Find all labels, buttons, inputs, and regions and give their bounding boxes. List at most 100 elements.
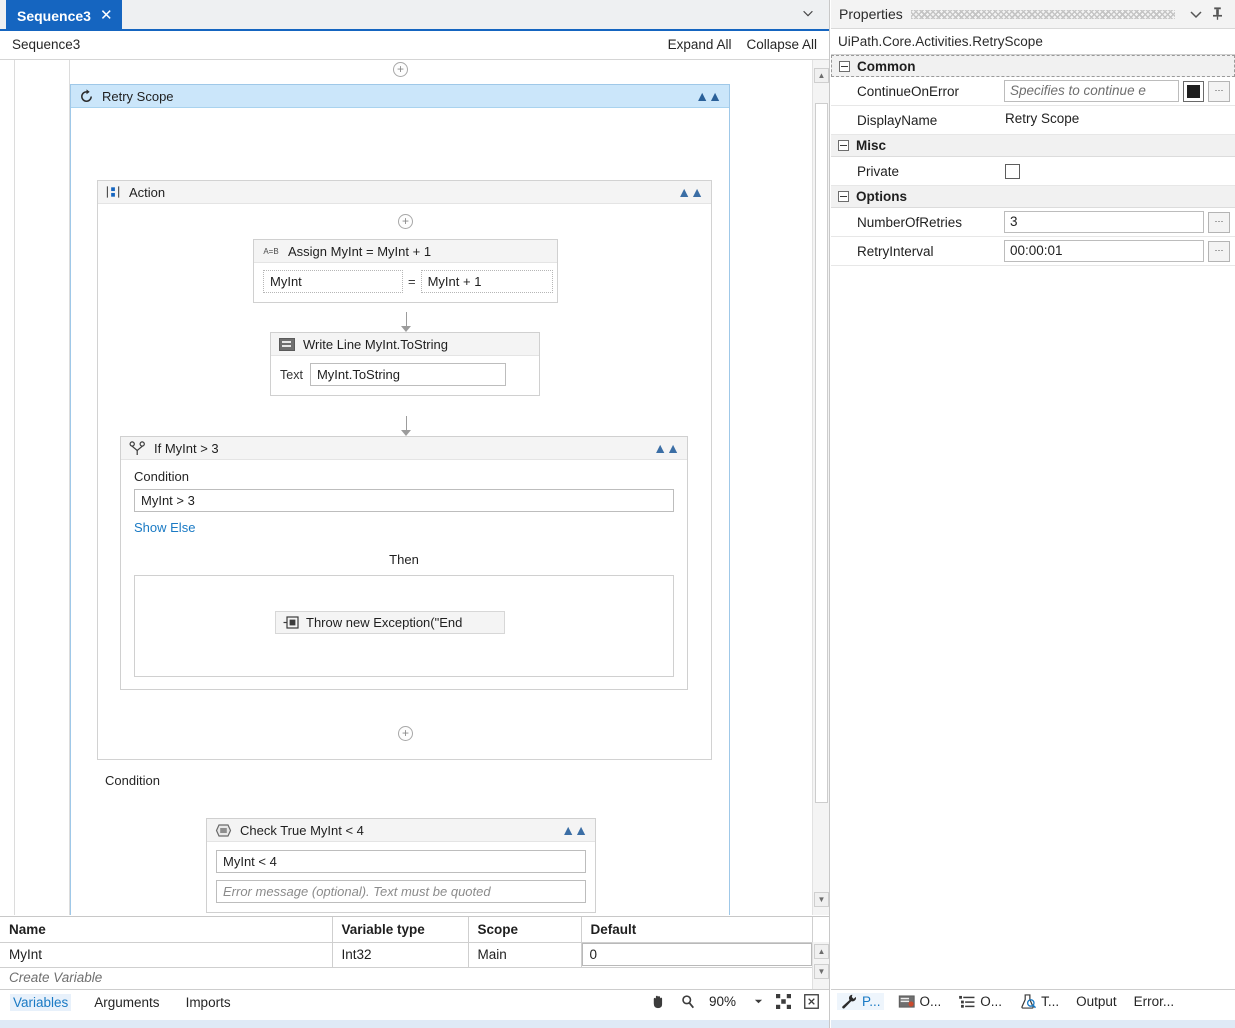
scrollbar-thumb[interactable] [815,103,828,803]
scroll-up-button[interactable]: ▲ [814,944,829,959]
assign-to-field[interactable]: MyInt [263,270,403,293]
outline-icon [958,994,976,1009]
properties-header: Properties [831,0,1235,29]
property-value [1004,164,1235,179]
displayname-input[interactable]: Retry Scope [1004,109,1230,131]
expand-all-button[interactable]: Expand All [668,37,732,52]
tab-arguments[interactable]: Arguments [91,994,162,1011]
collapse-chevron-icon[interactable]: ▲▲ [653,441,679,455]
property-row-retryinterval[interactable]: RetryInterval 00:00:01 ⋯ [831,237,1235,266]
designer-tab-strip: Sequence3 ✕ [0,0,829,31]
add-activity-button[interactable]: + [398,214,413,229]
property-label: RetryInterval [831,244,1004,259]
show-else-link[interactable]: Show Else [134,520,195,535]
collapse-all-button[interactable]: Collapse All [746,37,817,52]
zoom-level[interactable]: 90% [709,994,741,1009]
continueonerror-input[interactable]: Specifies to continue e [1004,80,1179,102]
write-line-header[interactable]: Write Line MyInt.ToString [271,333,539,356]
retry-scope-header[interactable]: Retry Scope ▲▲ [71,85,729,108]
collapse-expander-icon[interactable] [838,140,849,151]
close-icon[interactable]: ✕ [100,8,113,23]
collapse-chevron-icon[interactable]: ▲▲ [677,185,703,199]
write-line-text-field[interactable]: MyInt.ToString [310,363,506,386]
variable-scope-cell[interactable]: Main [468,942,581,967]
hand-pan-icon[interactable] [650,993,667,1010]
collapse-chevron-icon[interactable]: ▲▲ [695,89,721,103]
check-true-body: MyInt < 4 Error message (optional). Text… [207,842,595,912]
fit-to-screen-icon[interactable] [776,994,791,1009]
property-value: 3 ⋯ [1004,211,1235,233]
column-header-variable-type[interactable]: Variable type [332,917,468,942]
column-header-name[interactable]: Name [0,917,332,942]
variable-default-input[interactable]: 0 [582,943,812,966]
action-header[interactable]: Action ▲▲ [98,181,711,204]
tab-output[interactable]: Output [1073,993,1120,1010]
create-variable-row[interactable]: Create Variable [0,968,829,985]
variable-default-cell[interactable]: 0 [581,942,812,967]
check-true-error-message-field[interactable]: Error message (optional). Text must be q… [216,880,586,903]
add-activity-bottom-button[interactable]: + [398,726,413,741]
activity-write-line[interactable]: Write Line MyInt.ToString Text MyInt.ToS… [270,332,540,396]
activity-if[interactable]: If MyInt > 3 ▲▲ Condition MyInt > 3 Show… [120,436,688,690]
tab-test-explorer[interactable]: T... [1016,993,1062,1010]
activity-check-true[interactable]: Check True MyInt < 4 ▲▲ MyInt < 4 Error … [206,818,596,913]
ellipsis-button[interactable]: ⋯ [1208,212,1230,233]
scroll-up-button[interactable]: ▲ [814,68,829,83]
property-group-misc[interactable]: Misc [831,135,1235,157]
activity-throw[interactable]: Throw new Exception("End [275,611,505,634]
value-picker-button[interactable] [1183,81,1204,102]
private-checkbox[interactable] [1005,164,1020,179]
variable-name-cell[interactable]: MyInt [0,942,332,967]
bottom-tabs: P... O... [837,993,1231,1010]
property-row-private[interactable]: Private [831,157,1235,186]
column-header-default[interactable]: Default [581,917,812,942]
property-group-options[interactable]: Options [831,186,1235,208]
numberofretries-input[interactable]: 3 [1004,211,1204,233]
activity-retry-scope[interactable]: Retry Scope ▲▲ [70,84,730,915]
property-group-common[interactable]: Common [831,55,1235,77]
tab-sequence3[interactable]: Sequence3 ✕ [6,0,122,31]
assign-header[interactable]: A=B Assign MyInt = MyInt + 1 [254,240,557,263]
check-true-condition-field[interactable]: MyInt < 4 [216,850,586,873]
canvas-vertical-scrollbar[interactable]: ▲ ▼ [812,60,829,915]
check-true-header[interactable]: Check True MyInt < 4 ▲▲ [207,819,595,842]
tab-project[interactable]: O... [895,993,945,1010]
tab-variables[interactable]: Variables [10,994,71,1011]
ellipsis-button[interactable]: ⋯ [1208,81,1230,102]
scroll-down-button[interactable]: ▼ [814,892,829,907]
chevron-down-icon[interactable] [754,997,763,1006]
tab-properties[interactable]: P... [837,993,884,1010]
tab-outline[interactable]: O... [955,993,1005,1010]
scroll-down-button[interactable]: ▼ [814,964,829,979]
breadcrumb[interactable]: Sequence3 [12,37,80,52]
property-row-continueonerror[interactable]: ContinueOnError Specifies to continue e … [831,77,1235,106]
variable-type-cell[interactable]: Int32 [332,942,468,967]
magnifier-icon[interactable] [680,994,696,1010]
add-activity-top-button[interactable]: + [393,62,408,77]
tab-imports[interactable]: Imports [183,994,234,1011]
collapse-expander-icon[interactable] [839,61,850,72]
chevron-down-icon[interactable] [801,6,815,20]
then-branch-dropzone[interactable]: Throw new Exception("End [134,575,674,677]
pin-icon[interactable] [1210,6,1227,23]
workflow-canvas[interactable]: + Retry Scope ▲▲ [0,60,829,915]
variables-scrollbar[interactable]: ▲ ▼ [812,942,829,990]
column-header-scope[interactable]: Scope [468,917,581,942]
drag-grip-icon[interactable] [911,10,1175,19]
if-header[interactable]: If MyInt > 3 ▲▲ [121,437,687,460]
retryinterval-input[interactable]: 00:00:01 [1004,240,1204,262]
action-container[interactable]: Action ▲▲ + A=B [97,180,712,760]
ellipsis-button[interactable]: ⋯ [1208,241,1230,262]
assign-value-field[interactable]: MyInt + 1 [421,270,553,293]
if-condition-field[interactable]: MyInt > 3 [134,489,674,512]
tab-error-list[interactable]: Error... [1131,993,1178,1010]
overview-icon[interactable] [804,994,819,1009]
chevron-down-icon[interactable] [1188,6,1205,23]
variables-panel: Name Variable type Scope Default MyInt I… [0,916,829,989]
activity-assign[interactable]: A=B Assign MyInt = MyInt + 1 MyInt = MyI… [253,239,558,303]
property-row-numberofretries[interactable]: NumberOfRetries 3 ⋯ [831,208,1235,237]
table-row[interactable]: MyInt Int32 Main 0 [0,942,829,967]
collapse-chevron-icon[interactable]: ▲▲ [561,823,587,837]
property-row-displayname[interactable]: DisplayName Retry Scope [831,106,1235,135]
collapse-expander-icon[interactable] [838,191,849,202]
